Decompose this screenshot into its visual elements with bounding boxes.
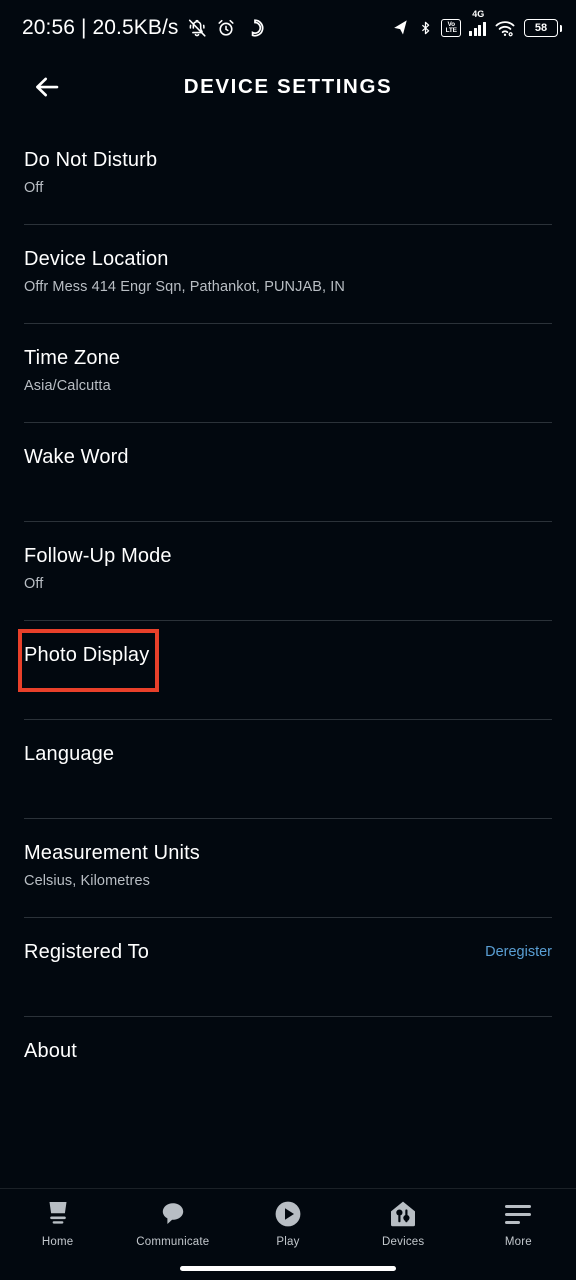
play-circle-icon (273, 1199, 303, 1229)
mobile-signal-icon: 4G (469, 9, 486, 36)
nav-item-home[interactable]: Home (0, 1199, 115, 1248)
battery-level-text: 58 (534, 21, 548, 34)
volte-icon: Vo LTE (441, 19, 462, 37)
nav-label: More (504, 1236, 532, 1248)
nav-item-communicate[interactable]: Communicate (115, 1199, 230, 1248)
nav-label: Devices (382, 1236, 425, 1248)
setting-title: Language (24, 743, 115, 765)
setting-title: Do Not Disturb (24, 149, 158, 171)
nav-label: Communicate (136, 1236, 210, 1248)
location-arrow-icon (394, 20, 407, 35)
app-header: DEVICE SETTINGS (0, 56, 576, 118)
setting-title: Device Location (24, 248, 169, 270)
setting-title: Measurement Units (24, 842, 200, 864)
back-button[interactable] (24, 64, 70, 110)
page-title: DEVICE SETTINGS (183, 75, 393, 98)
speech-bubble-icon (159, 1199, 187, 1229)
setting-row-language[interactable]: Language (0, 720, 576, 818)
nav-label: Play (276, 1236, 300, 1248)
status-bar: 20:56 | 20.5KB/s Vo LTE 4G 58 (0, 0, 576, 56)
setting-title: About (24, 1040, 78, 1062)
setting-row-wake-word[interactable]: Wake Word (0, 423, 576, 521)
setting-row-follow-up-mode[interactable]: Follow-Up Mode Off (0, 522, 576, 620)
status-clock-and-network-speed: 20:56 | 20.5KB/s (22, 16, 179, 39)
setting-row-about[interactable]: About (0, 1017, 576, 1115)
echo-device-icon (43, 1199, 73, 1229)
status-bar-left: 20:56 | 20.5KB/s (22, 16, 266, 40)
volte-bottom-text: LTE (445, 27, 457, 34)
bluetooth-icon (422, 21, 430, 35)
setting-row-registered-to[interactable]: Registered To Deregister (0, 918, 576, 1016)
silent-mode-icon (188, 19, 206, 37)
nav-item-more[interactable]: More (461, 1199, 576, 1248)
setting-subtitle: Off (24, 180, 44, 196)
bottom-navigation-bar: Home Communicate Play Devices More (0, 1188, 576, 1280)
alarm-clock-icon (217, 19, 234, 36)
deregister-link[interactable]: Deregister (485, 940, 552, 960)
alexa-ring-icon (251, 19, 263, 37)
battery-icon: 58 (524, 19, 562, 37)
nav-item-play[interactable]: Play (230, 1199, 345, 1248)
hamburger-menu-icon (505, 1199, 532, 1229)
smart-home-icon (388, 1199, 418, 1229)
setting-row-do-not-disturb[interactable]: Do Not Disturb Off (0, 126, 576, 224)
system-gesture-bar (180, 1266, 396, 1271)
setting-row-device-location[interactable]: Device Location Offr Mess 414 Engr Sqn, … (0, 225, 576, 323)
back-arrow-icon (36, 77, 59, 97)
setting-title: Photo Display (24, 644, 150, 666)
setting-title: Follow-Up Mode (24, 545, 172, 567)
settings-list: Do Not Disturb Off Device Location Offr … (0, 118, 576, 1115)
setting-title: Time Zone (24, 347, 121, 369)
nav-label: Home (41, 1236, 74, 1248)
setting-title: Registered To (24, 941, 149, 963)
setting-row-measurement-units[interactable]: Measurement Units Celsius, Kilometres (0, 819, 576, 917)
status-bar-right: Vo LTE 4G 58 (392, 9, 562, 38)
signal-bars (469, 21, 486, 36)
setting-subtitle: Offr Mess 414 Engr Sqn, Pathankot, PUNJA… (24, 279, 345, 295)
setting-subtitle: Asia/Calcutta (24, 378, 111, 394)
network-type-label: 4G (472, 8, 485, 19)
setting-row-photo-display[interactable]: Photo Display (0, 621, 576, 719)
nav-item-devices[interactable]: Devices (346, 1199, 461, 1248)
wifi-icon (495, 21, 515, 37)
setting-subtitle: Celsius, Kilometres (24, 873, 150, 889)
setting-subtitle: Off (24, 576, 44, 592)
setting-row-time-zone[interactable]: Time Zone Asia/Calcutta (0, 324, 576, 422)
setting-title: Wake Word (24, 446, 129, 468)
